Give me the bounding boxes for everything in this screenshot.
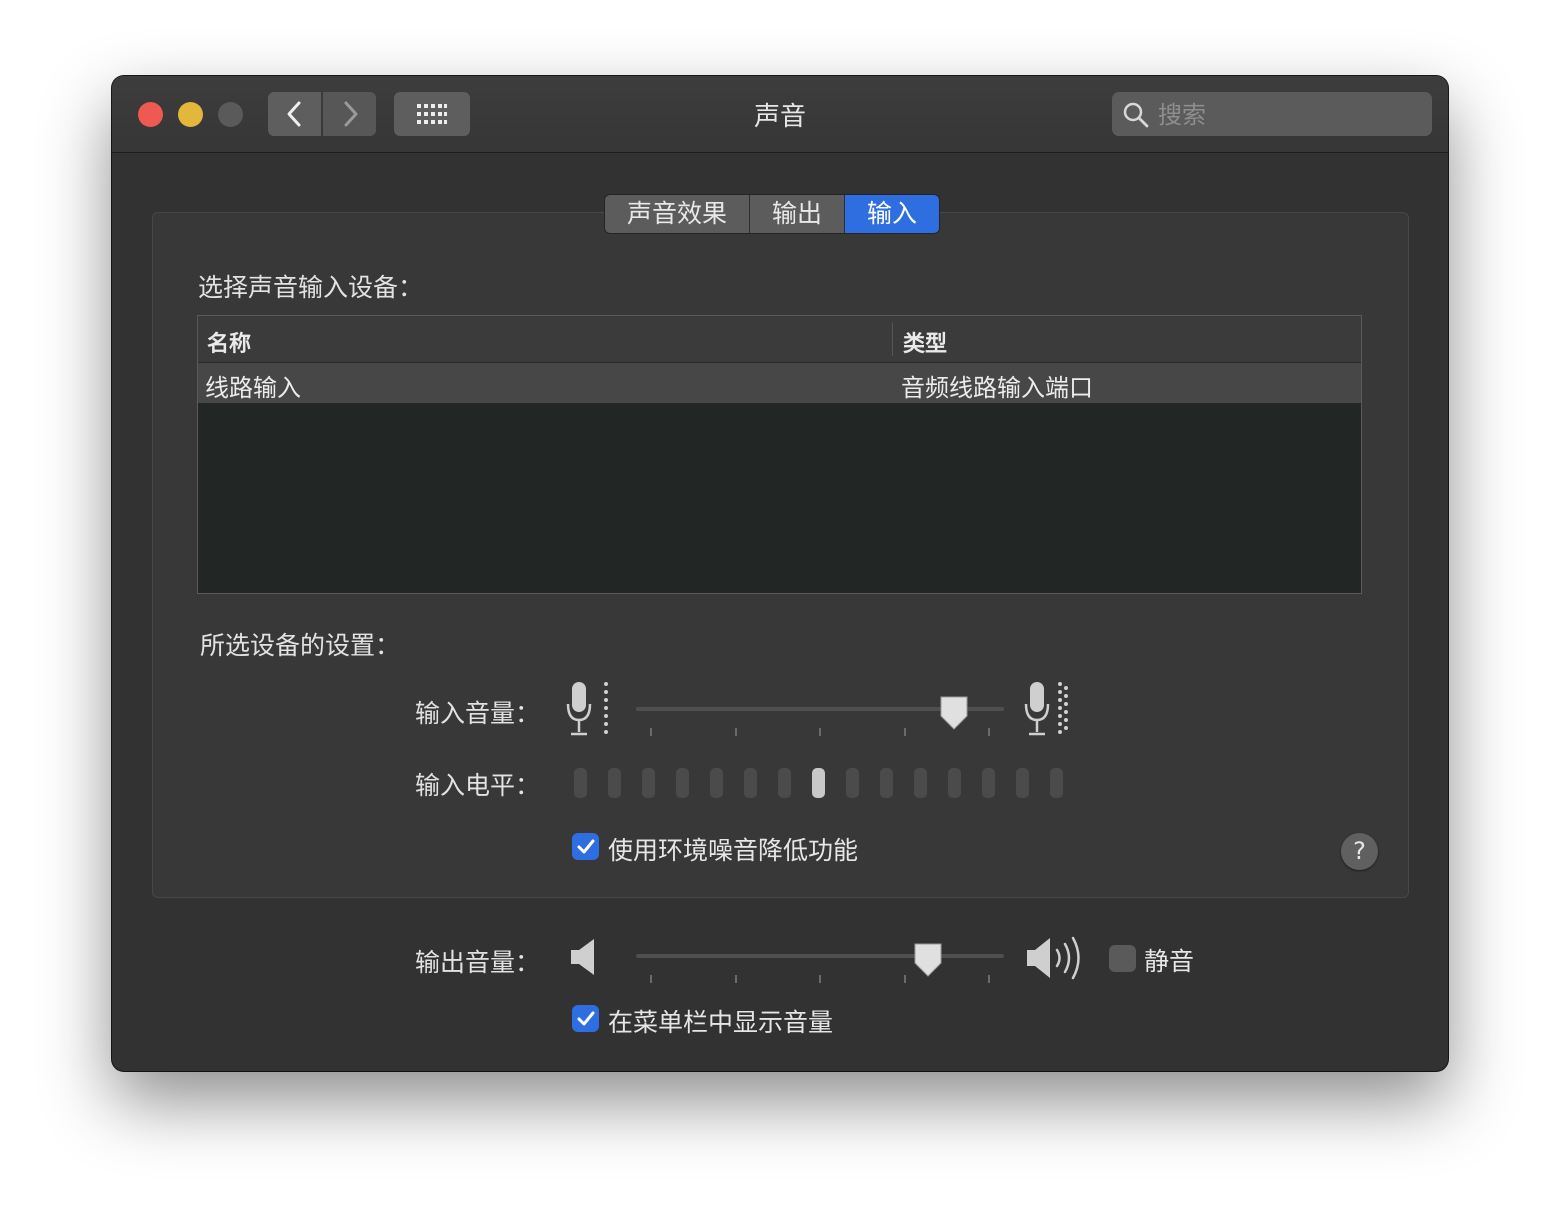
table-header: 名称 类型 [198,316,1361,363]
show-volume-in-menubar-checkbox[interactable] [572,1005,599,1032]
input-volume-label: 输入音量： [414,699,540,728]
column-divider [892,322,893,356]
level-segment [710,768,723,798]
microphone-high-icon [1024,682,1068,736]
search-input[interactable] [1156,97,1420,133]
slider-tick [735,728,737,736]
slider-tick [988,728,990,736]
slider-tick [650,975,652,983]
speaker-high-icon [1027,936,1080,980]
search-field[interactable] [1112,92,1432,136]
slider-tick [904,728,906,736]
level-segment [914,768,927,798]
slider-tick [988,975,990,983]
device-name-cell: 线路输入 [205,374,301,402]
speaker-low-icon [571,939,594,975]
search-icon [1123,102,1149,128]
output-volume-thumb[interactable] [912,941,944,979]
level-segment [880,768,893,798]
device-settings-heading: 所选设备的设置： [200,631,401,660]
output-volume-label: 输出音量： [414,948,540,977]
slider-tick [735,975,737,983]
level-segment [642,768,655,798]
mute-checkbox[interactable] [1109,945,1136,972]
level-segment [982,768,995,798]
slider-tick [650,728,652,736]
input-device-table[interactable]: 名称 类型 线路输入 音频线路输入端口 [197,315,1362,594]
microphone-low-icon [566,682,608,736]
level-segment [1016,768,1029,798]
level-segment [574,768,587,798]
help-button[interactable]: ? [1341,833,1378,870]
sound-preferences-window: 声音 声音效果 输出 输入 选择声音输入设备： 名称 类型 线路输入 音频线路输… [112,76,1448,1071]
level-segment [948,768,961,798]
level-segment [744,768,757,798]
slider-tick [819,975,821,983]
device-type-cell: 音频线路输入端口 [901,374,1093,402]
level-segment [608,768,621,798]
input-volume-thumb[interactable] [938,694,970,732]
mute-label[interactable]: 静音 [1144,942,1194,978]
level-segment [1050,768,1063,798]
level-segment [676,768,689,798]
checkmark-icon [577,839,594,853]
column-header-type[interactable]: 类型 [903,326,947,358]
input-level-label: 输入电平： [414,771,540,800]
title-bar: 声音 [112,76,1448,153]
level-segment [812,768,825,798]
level-segment [778,768,791,798]
table-row[interactable]: 线路输入 音频线路输入端口 [198,363,1361,403]
output-volume-slider[interactable] [636,942,1004,992]
slider-tick [819,728,821,736]
noise-reduction-label[interactable]: 使用环境噪音降低功能 [608,831,858,867]
output-volume-track [636,954,1004,958]
tab-bar: 声音效果 输出 输入 [604,194,941,234]
tab-sound-effects[interactable]: 声音效果 [605,195,751,233]
input-level-meter [574,768,1074,800]
tab-output[interactable]: 输出 [750,195,846,233]
tab-input[interactable]: 输入 [845,195,940,233]
input-volume-slider[interactable] [636,694,1004,744]
slider-tick [904,975,906,983]
noise-reduction-checkbox[interactable] [572,833,599,860]
show-volume-in-menubar-label[interactable]: 在菜单栏中显示音量 [608,1003,833,1039]
level-segment [846,768,859,798]
device-list-heading: 选择声音输入设备： [198,273,424,302]
column-header-name[interactable]: 名称 [207,326,251,358]
checkmark-icon [577,1011,594,1025]
